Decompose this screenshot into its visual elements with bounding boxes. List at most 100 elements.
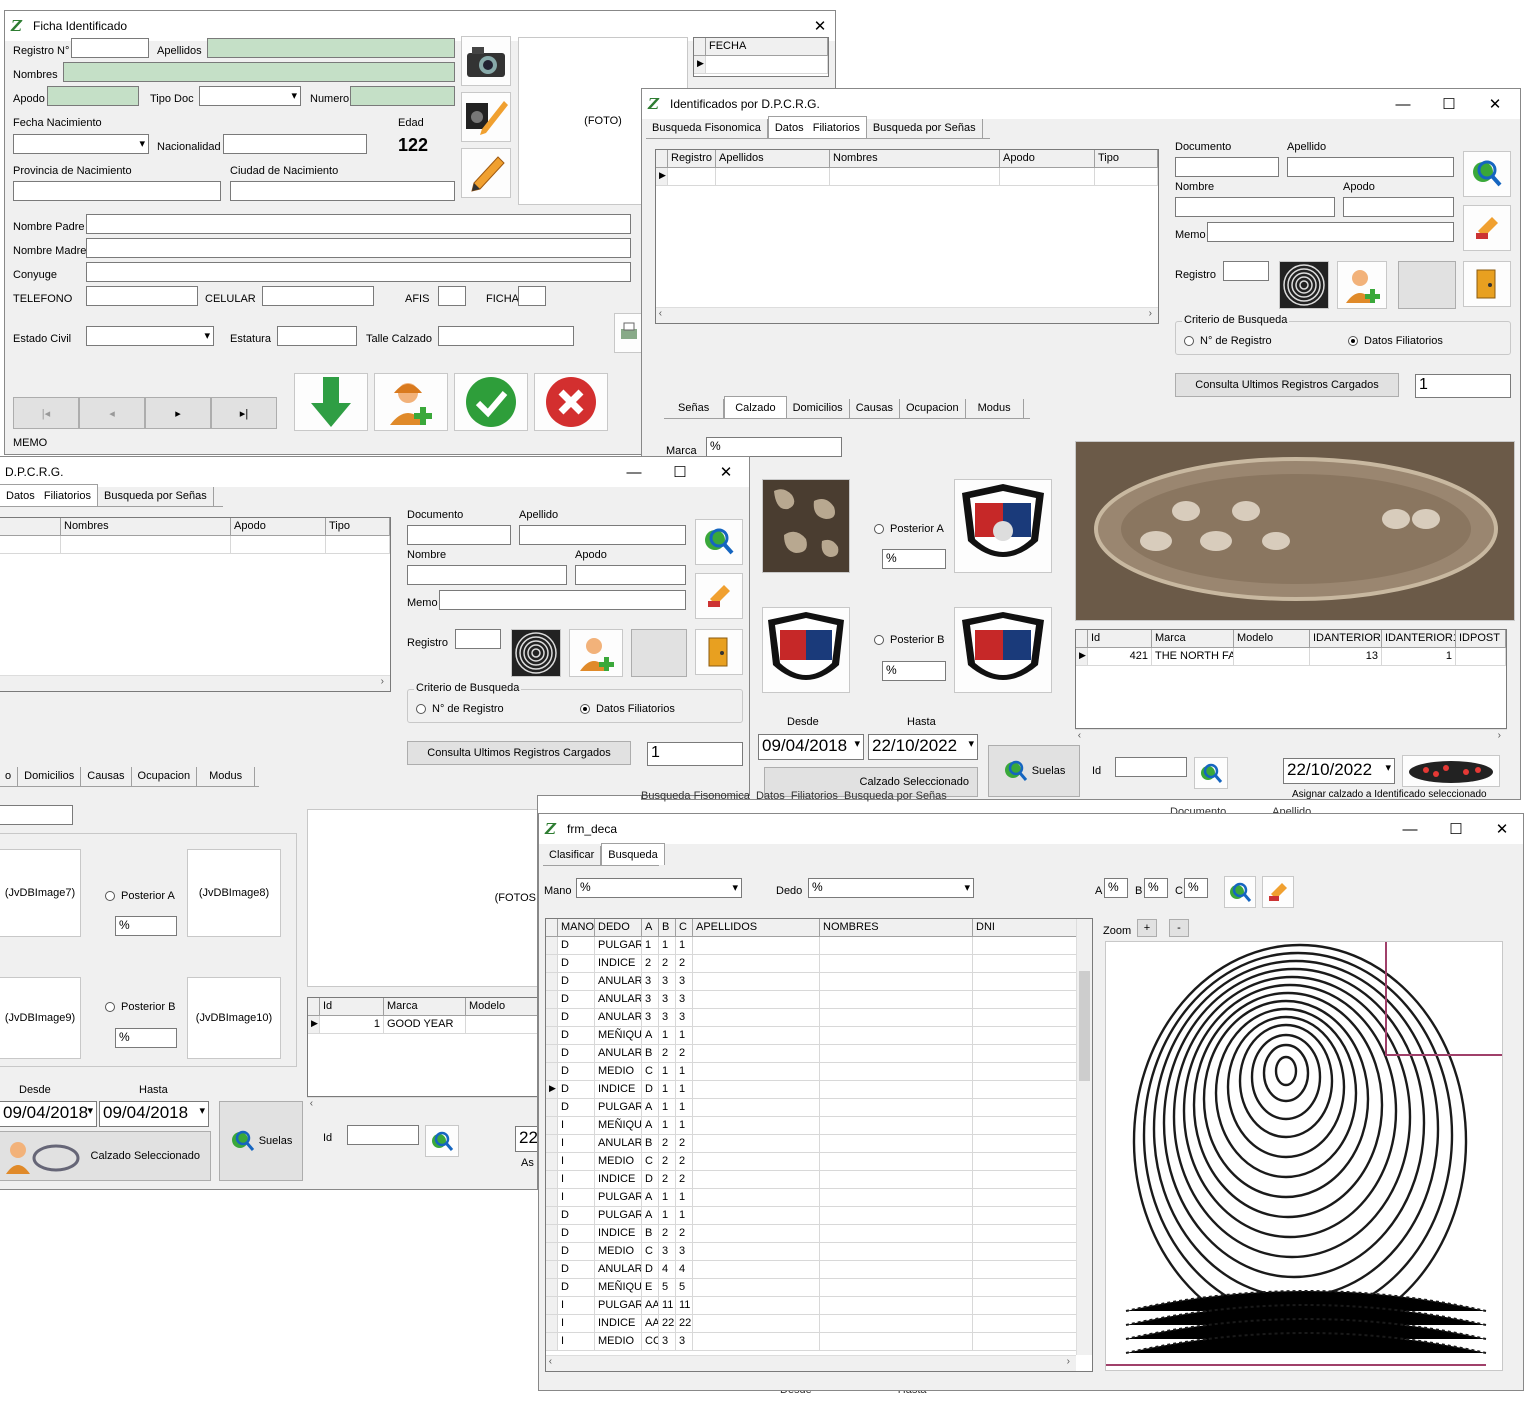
table-row[interactable]: D ANULAR 3 3 3 [546,991,1092,1009]
desde-date[interactable]: 09/04/2018 [758,734,864,760]
consulta-button[interactable]: Consulta Ultimos Registros Cargados [1175,373,1399,397]
blank-button[interactable] [631,629,687,677]
ficha-input[interactable] [518,286,546,306]
radio-registro[interactable]: N° de Registro [1184,335,1272,347]
table-row[interactable]: D INDICE 2 2 2 [546,955,1092,973]
close-button[interactable]: ✕ [703,457,749,487]
memo-input[interactable] [439,590,686,610]
col-modelo[interactable]: Modelo [1234,630,1310,647]
exit-button[interactable] [1463,261,1511,307]
print-button[interactable] [614,313,644,353]
conyuge-input[interactable] [86,262,631,282]
radio-filiatorios[interactable]: Datos Filiatorios [1348,335,1443,347]
nombre-input[interactable] [1175,197,1335,217]
tab-senas[interactable]: Señas [664,399,725,418]
suelas-button[interactable]: Suelas [988,745,1080,797]
col-apodo[interactable]: Apodo [231,518,326,535]
apellidos-input[interactable] [207,38,455,58]
camera-button[interactable] [461,36,511,86]
hasta-date[interactable]: 09/04/2018 [99,1101,209,1127]
apellido-input[interactable] [519,525,686,545]
tipodoc-select[interactable] [199,86,301,106]
nav-prev-button[interactable]: ◂ [79,397,145,429]
registro-input[interactable] [455,629,501,649]
table-row[interactable]: I ANULAR B 2 2 [546,1135,1092,1153]
table-row[interactable]: D PULGAR A 1 1 [546,1099,1092,1117]
posterior-b-input[interactable]: % [115,1028,177,1048]
tab-senas[interactable]: Busqueda por Señas [98,487,214,506]
zoom-in-button[interactable]: + [1137,919,1157,937]
search-button[interactable] [695,519,743,565]
apodo-input[interactable] [47,86,139,106]
marca-input[interactable] [0,805,73,825]
table-row[interactable]: D ANULAR 3 3 3 [546,973,1092,991]
table-row[interactable]: D ANULAR B 2 2 [546,1045,1092,1063]
tab-partial[interactable]: o [0,767,19,786]
id-search-button[interactable] [425,1125,459,1157]
camera-edit-button[interactable] [461,92,511,142]
apellido-input[interactable] [1287,157,1454,177]
posterior-a-input[interactable]: % [115,916,177,936]
col-idpost[interactable]: IDPOST [1456,630,1506,647]
cancel-button[interactable] [534,373,608,431]
table-row[interactable]: I INDICE D 2 2 [546,1171,1092,1189]
table-row[interactable]: ▶ [656,168,1158,186]
search-button[interactable] [1224,876,1256,908]
table-row[interactable]: D MEDIO C 3 3 [546,1243,1092,1261]
col-marca[interactable]: Marca [1152,630,1234,647]
calzado-grid[interactable]: Id Marca Modelo ▶ 1 GOOD YEAR [307,997,537,1097]
table-row[interactable]: D PULGAR A 1 1 [546,1207,1092,1225]
radio-registro[interactable]: N° de Registro [416,703,504,715]
consulta-count-input[interactable]: 1 [1415,374,1511,398]
asignar-date[interactable]: 22/10/2022 [1283,758,1395,784]
tab-clasificar[interactable]: Clasificar [543,846,602,865]
col-id[interactable]: Id [1088,630,1152,647]
id-input[interactable] [347,1125,419,1145]
tab-causas[interactable]: Causas [81,767,132,786]
tab-senas[interactable]: Busqueda por Señas [867,119,983,138]
clear-button[interactable] [1463,205,1511,251]
h-scrollbar[interactable]: ‹ [307,1097,537,1113]
telefono-input[interactable] [86,286,198,306]
table-row[interactable]: I MEDIO C 2 2 [546,1153,1092,1171]
estatura-input[interactable] [277,326,357,346]
clear-button[interactable] [1262,876,1294,908]
maximize-button[interactable]: ☐ [657,457,703,487]
tab-calzado[interactable]: Calzado [724,396,787,418]
edit-button[interactable] [461,148,511,198]
consulta-count-input[interactable]: 1 [647,742,743,766]
h-scrollbar[interactable]: ‹ › [1075,729,1507,745]
a-input[interactable]: % [1104,878,1128,898]
col-nombres[interactable]: Nombres [830,150,1000,167]
tab-domicilios[interactable]: Domicilios [18,767,82,786]
table-row[interactable]: I MEÑIQU A 1 1 [546,1117,1092,1135]
calzado-seleccionado-button[interactable]: Calzado Seleccionado [0,1131,211,1181]
col-idanterior1[interactable]: IDANTERIOR1 [1382,630,1456,647]
col-apellidos[interactable]: Apellidos [716,150,830,167]
b-input[interactable]: % [1144,878,1168,898]
table-row[interactable]: D MEDIO C 1 1 [546,1063,1092,1081]
col-nombres[interactable]: NOMBRES [820,919,973,936]
tab-datos[interactable]: Datos Filiatorios [0,484,98,506]
col-id[interactable]: Id [320,998,384,1015]
nav-next-button[interactable]: ▸ [145,397,211,429]
add-user-button[interactable] [374,373,448,431]
h-scrollbar[interactable]: › [0,675,390,691]
confirm-button[interactable] [454,373,528,431]
ciudad-input[interactable] [230,181,455,201]
col-marca[interactable]: Marca [384,998,466,1015]
registro-input[interactable] [1223,261,1269,281]
minimize-button[interactable]: — [611,457,657,487]
madre-input[interactable] [86,238,631,258]
table-row[interactable]: D ANULAR 3 3 3 [546,1009,1092,1027]
col-idanterior[interactable]: IDANTERIOR [1310,630,1382,647]
table-row[interactable]: D ANULAR D 4 4 [546,1261,1092,1279]
add-user-button[interactable] [1337,261,1387,309]
padre-input[interactable] [86,214,631,234]
search-button[interactable] [1463,151,1511,197]
table-row[interactable]: ▶ 421 THE NORTH FA 13 1 [1076,648,1506,666]
memo-input[interactable] [1207,222,1454,242]
nombre-input[interactable] [407,565,567,585]
h-scrollbar[interactable]: ‹ › [546,1355,1076,1371]
afis-input[interactable] [438,286,466,306]
